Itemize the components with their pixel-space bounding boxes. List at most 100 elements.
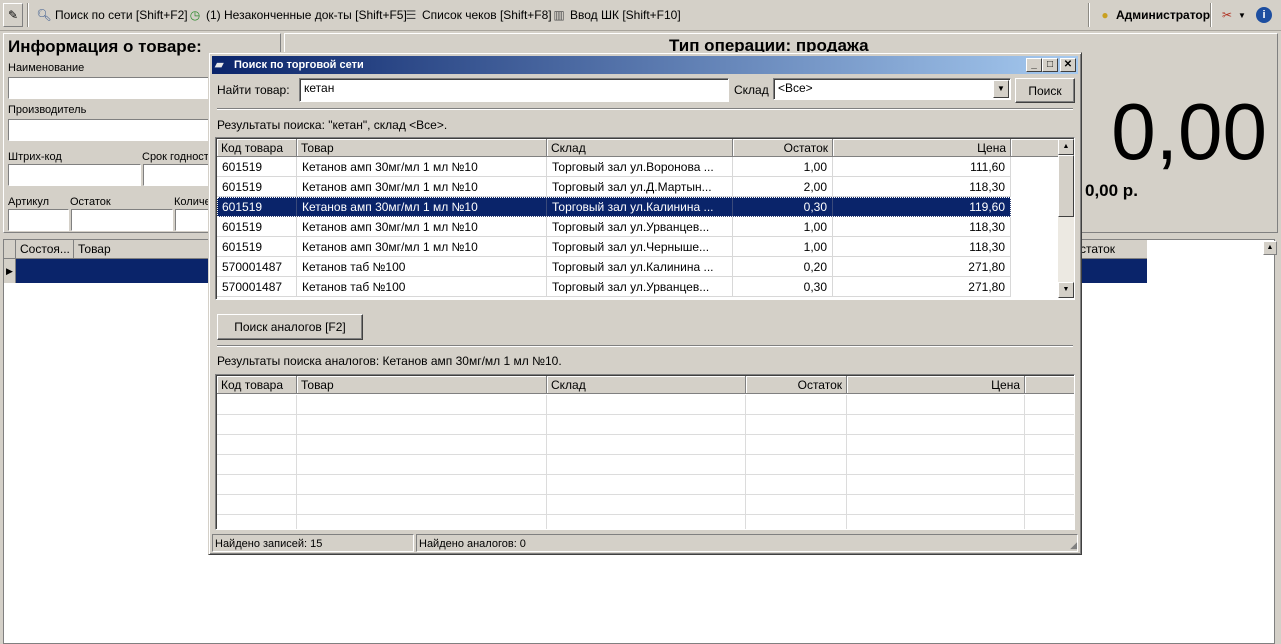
info-button[interactable]: i: [1253, 3, 1275, 27]
grid-scroll-up-button[interactable]: ▲: [1263, 241, 1277, 255]
tools-button[interactable]: ✂ ▼: [1216, 3, 1249, 27]
cell-warehouse: Торговый зал ул.Урванцев...: [547, 277, 733, 297]
article-label: Артикул: [8, 196, 50, 208]
cell-product: Кетанов таб №100: [297, 277, 547, 297]
column-header-filler: [1011, 139, 1059, 157]
cell-product: Кетанов амп 30мг/мл 1 мл №10: [297, 197, 547, 217]
stock-field[interactable]: [71, 209, 173, 231]
barcode-field[interactable]: [8, 164, 141, 186]
network-search-button[interactable]: 🔍︎ Поиск по сети [Shift+F2]: [33, 3, 191, 27]
cell-code: 570001487: [217, 257, 297, 277]
column-header-product[interactable]: Товар: [297, 139, 547, 157]
scroll-up-icon[interactable]: ▲: [1058, 139, 1074, 155]
column-header-warehouse[interactable]: Склад: [547, 139, 733, 157]
edit-button[interactable]: ✎: [3, 3, 23, 27]
manufacturer-label: Производитель: [8, 104, 87, 116]
toolbar-separator: [27, 3, 29, 27]
maximize-button[interactable]: □: [1042, 58, 1058, 72]
column-header-stock[interactable]: статок: [1076, 240, 1147, 259]
cell-code: 570001487: [217, 277, 297, 297]
results-scrollbar[interactable]: ▲ ▼: [1058, 139, 1074, 298]
status-found-analogs: Найдено аналогов: 0: [416, 534, 1078, 552]
cell-code: 601519: [217, 157, 297, 177]
analog-caption: Результаты поиска аналогов: Кетанов амп …: [217, 354, 562, 368]
resize-grip-icon[interactable]: ◢: [1065, 539, 1077, 551]
cell-warehouse: Торговый зал ул.Калинина ...: [547, 197, 733, 217]
results-caption: Результаты поиска: "кетан", склад <Все>.: [217, 118, 448, 132]
table-row[interactable]: 570001487 Кетанов таб №100 Торговый зал …: [217, 257, 1011, 277]
article-field[interactable]: [8, 209, 69, 231]
app-icon: ▰: [215, 59, 224, 71]
network-search-dialog: ▰ Поиск по торговой сети _ □ ✕ Найти тов…: [208, 52, 1082, 555]
divider: [217, 345, 1073, 347]
scroll-thumb[interactable]: [1058, 155, 1074, 217]
cell-code: 601519: [217, 177, 297, 197]
find-product-input[interactable]: кетан: [299, 78, 729, 102]
receipts-list-button[interactable]: ☰ Список чеков [Shift+F8]: [400, 3, 555, 27]
main-toolbar: ✎ 🔍︎ Поиск по сети [Shift+F2] ◷ (1) Неза…: [0, 0, 1281, 31]
minimize-button[interactable]: _: [1026, 58, 1042, 72]
user-icon: ●: [1101, 8, 1109, 22]
magnifier-icon: 🔍︎: [36, 8, 52, 22]
row-indicator-header: [4, 240, 16, 259]
user-button[interactable]: ● Администратор: [1094, 3, 1213, 27]
cell-stock: 1,00: [733, 217, 833, 237]
results-grid: Код товара Товар Склад Остаток Цена 6015…: [215, 137, 1075, 300]
column-header-filler: [1025, 376, 1074, 394]
table-row[interactable]: 601519 Кетанов амп 30мг/мл 1 мл №10 Торг…: [217, 157, 1011, 177]
unfinished-docs-label: (1) Незаконченные док-ты [Shift+F5]: [206, 8, 407, 22]
cell-price: 119,60: [833, 197, 1011, 217]
column-header-state[interactable]: Состоя...: [16, 240, 74, 259]
cell-warehouse: Торговый зал ул.Черныше...: [547, 237, 733, 257]
column-header-stock[interactable]: Остаток: [733, 139, 833, 157]
analog-search-button[interactable]: Поиск аналогов [F2]: [217, 314, 363, 340]
network-search-label: Поиск по сети [Shift+F2]: [55, 8, 188, 22]
barcode-label: Штрих-код: [8, 151, 62, 163]
cell-price: 271,80: [833, 257, 1011, 277]
qty-label: Количе: [174, 196, 211, 208]
column-header-code[interactable]: Код товара: [217, 376, 297, 394]
analogs-grid-empty-area: [217, 395, 1074, 529]
column-header-price[interactable]: Цена: [847, 376, 1025, 394]
table-row[interactable]: 601519 Кетанов амп 30мг/мл 1 мл №10 Торг…: [217, 177, 1011, 197]
table-row[interactable]: 601519 Кетанов амп 30мг/мл 1 мл №10 Торг…: [217, 217, 1011, 237]
search-button[interactable]: Поиск: [1015, 78, 1075, 103]
toolbar-separator: [1210, 3, 1212, 27]
cell-price: 118,30: [833, 237, 1011, 257]
info-icon: i: [1256, 7, 1272, 23]
table-row[interactable]: 570001487 Кетанов таб №100 Торговый зал …: [217, 277, 1011, 297]
cell-product: Кетанов таб №100: [297, 257, 547, 277]
barcode-icon: ▥: [553, 8, 565, 22]
dialog-titlebar[interactable]: ▰ Поиск по торговой сети _ □ ✕: [212, 56, 1078, 74]
cell-warehouse: Торговый зал ул.Калинина ...: [547, 257, 733, 277]
unfinished-docs-button[interactable]: ◷ (1) Незаконченные док-ты [Shift+F5]: [184, 3, 410, 27]
name-label: Наименование: [8, 62, 85, 74]
column-header-product[interactable]: Товар: [297, 376, 547, 394]
cell-product: Кетанов амп 30мг/мл 1 мл №10: [297, 237, 547, 257]
status-found-records: Найдено записей: 15: [212, 534, 414, 552]
expiry-label: Срок годност: [142, 151, 209, 163]
cell-stock: 0,30: [733, 197, 833, 217]
column-header-code[interactable]: Код товара: [217, 139, 297, 157]
column-header-stock[interactable]: Остаток: [746, 376, 847, 394]
row-pointer-icon: ▶: [4, 259, 16, 283]
analogs-grid: Код товара Товар Склад Остаток Цена: [215, 374, 1075, 530]
scroll-down-icon[interactable]: ▼: [1058, 282, 1074, 298]
cell-code: 601519: [217, 217, 297, 237]
chevron-down-icon[interactable]: ▼: [993, 80, 1009, 98]
barcode-input-button[interactable]: ▥ Ввод ШК [Shift+F10]: [548, 3, 684, 27]
toolbar-separator: [1088, 3, 1090, 27]
table-row-selected[interactable]: 601519 Кетанов амп 30мг/мл 1 мл №10 Торг…: [217, 197, 1011, 217]
cell-stock: 0,20: [733, 257, 833, 277]
cell-product: Кетанов амп 30мг/мл 1 мл №10: [297, 217, 547, 237]
table-row[interactable]: 601519 Кетанов амп 30мг/мл 1 мл №10 Торг…: [217, 237, 1011, 257]
cell-price: 271,80: [833, 277, 1011, 297]
column-header-price[interactable]: Цена: [833, 139, 1011, 157]
analogs-grid-header: Код товара Товар Склад Остаток Цена: [217, 376, 1074, 394]
user-name: Администратор: [1116, 8, 1211, 22]
close-button[interactable]: ✕: [1060, 58, 1076, 72]
total-display: 0,00: [1111, 87, 1267, 176]
cell-stock: 0,30: [733, 277, 833, 297]
warehouse-select[interactable]: <Все> ▼: [773, 78, 1011, 100]
column-header-warehouse[interactable]: Склад: [547, 376, 746, 394]
